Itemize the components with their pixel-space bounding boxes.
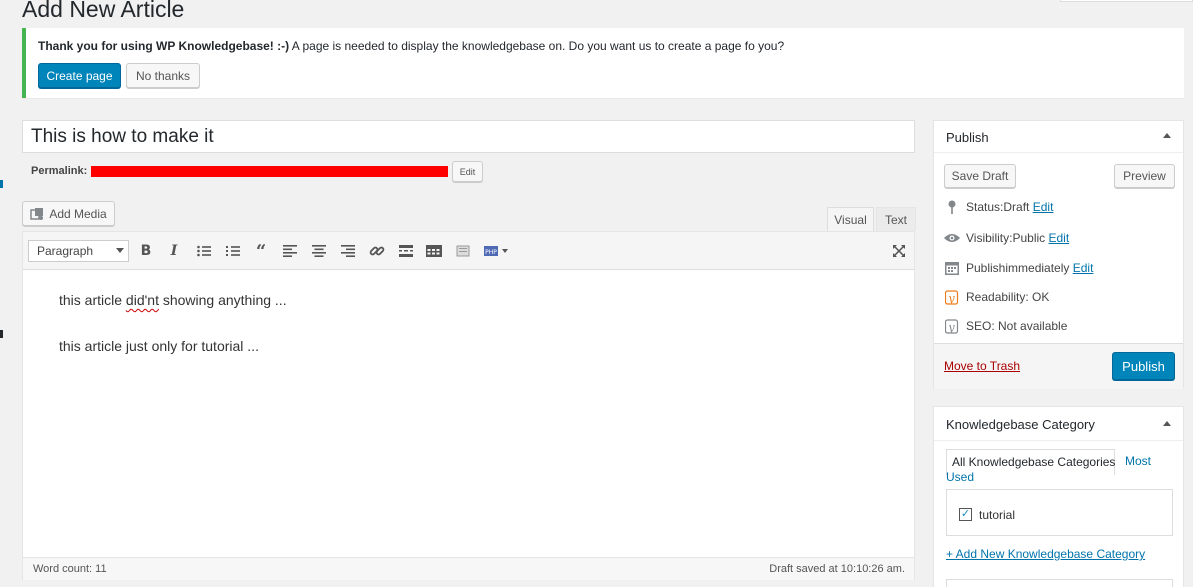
editor-statusbar: Word count: 11 Draft saved at 10:10:26 a… (23, 557, 914, 580)
read-more-icon[interactable] (396, 241, 416, 261)
chevron-down-icon (116, 248, 124, 253)
permalink: Permalink: (31, 165, 87, 177)
category-label-tutorial: tutorial (979, 508, 1016, 522)
toolbar-toggle-icon[interactable] (424, 241, 444, 261)
status-label: Status: (966, 200, 1004, 214)
edit-status-link[interactable]: Edit (1033, 200, 1054, 214)
blockquote-icon[interactable]: “ (251, 241, 271, 262)
edit-schedule-link[interactable]: Edit (1073, 261, 1094, 275)
readability-status: Readability: OK (966, 290, 1050, 304)
permalink-label: Permalink: (31, 165, 88, 177)
italic-icon[interactable]: I (164, 241, 184, 261)
publish-actions: Move to Trash Publish (934, 343, 1183, 389)
tab-visual[interactable]: Visual (827, 207, 874, 231)
content-paragraph: this article did'nt showing anything ... (59, 290, 287, 310)
svg-text:y: y (947, 292, 955, 305)
fullscreen-icon[interactable] (889, 241, 909, 261)
insert-icon[interactable] (453, 241, 473, 261)
collapse-arrow-icon[interactable] (1163, 133, 1171, 138)
permalink-edit-button[interactable]: Edit (452, 161, 483, 182)
category-input[interactable] (946, 579, 1173, 587)
content-text: this article (59, 292, 126, 308)
page-title: Add New Article (22, 0, 185, 22)
php-icon[interactable]: PHP (483, 241, 511, 261)
yoast-seo-icon: y (944, 318, 960, 334)
numbered-list-icon[interactable] (223, 241, 243, 261)
editor-toolbar: Paragraph B I “ PHP (23, 232, 914, 270)
visibility-row: Visibility: Public Edit (944, 230, 1069, 246)
checkbox-tutorial[interactable]: ✓ (959, 508, 972, 521)
tab-text[interactable]: Text (876, 207, 916, 231)
svg-text:y: y (947, 321, 955, 334)
preview-button[interactable]: Preview (1114, 164, 1175, 188)
save-draft-button[interactable]: Save Draft (944, 164, 1016, 188)
category-box: Knowledgebase Category All Knowledgebase… (933, 406, 1184, 587)
eye-icon (944, 230, 960, 246)
permalink-url-redacted[interactable] (91, 166, 448, 177)
format-select-value: Paragraph (37, 244, 94, 258)
link-icon[interactable] (367, 241, 387, 261)
seo-status: SEO: Not available (966, 319, 1068, 333)
status-row: Status: Draft Edit (944, 199, 1053, 215)
yoast-readability-icon: y (944, 289, 960, 305)
visibility-value: Public (1012, 231, 1046, 245)
align-right-icon[interactable] (338, 241, 358, 261)
notice-text: Thank you for using WP Knowledgebase! :-… (38, 39, 784, 53)
add-media-label: Add Media (49, 206, 107, 221)
create-page-button[interactable]: Create page (38, 63, 121, 88)
align-left-icon[interactable] (280, 241, 300, 261)
most-used-word1[interactable]: Most (1125, 454, 1151, 468)
spelling-error: did'nt (125, 292, 159, 308)
calendar-icon (944, 260, 960, 276)
screen-options-tab[interactable] (1060, 0, 1193, 2)
most-used-word2[interactable]: Used (946, 470, 974, 484)
format-select[interactable]: Paragraph (28, 240, 129, 262)
menu-marker (0, 180, 3, 188)
move-to-trash-link[interactable]: Move to Trash (944, 359, 1020, 373)
bullet-list-icon[interactable] (194, 241, 214, 261)
notice-message: A page is needed to display the knowledg… (289, 39, 785, 53)
visibility-label: Visibility: (966, 231, 1013, 245)
content-text: showing anything ... (158, 292, 287, 308)
word-count: Word count: 11 (33, 563, 107, 575)
no-thanks-button[interactable]: No thanks (126, 63, 200, 88)
content-paragraph: this article just only for tutorial ... (59, 338, 259, 354)
post-editor: Paragraph B I “ PHP this article did'nt … (22, 231, 915, 580)
publish-header[interactable]: Publish (934, 121, 1183, 153)
media-icon (30, 207, 44, 221)
category-checklist: ✓ tutorial (946, 489, 1173, 536)
admin-menu-edge (0, 0, 4, 587)
add-new-category-link[interactable]: + Add New Knowledgebase Category (946, 547, 1145, 561)
schedule-label: Publish (966, 261, 1006, 275)
edit-visibility-link[interactable]: Edit (1049, 231, 1070, 245)
status-value: Draft (1003, 200, 1030, 214)
publish-button[interactable]: Publish (1112, 352, 1175, 380)
publish-box: Publish Save Draft Preview Status: Draft… (933, 120, 1184, 389)
collapse-arrow-icon[interactable] (1163, 421, 1171, 426)
notice-strong: Thank you for using WP Knowledgebase! :-… (38, 39, 290, 53)
seo-row: y SEO: Not available (944, 318, 1067, 334)
category-header[interactable]: Knowledgebase Category (934, 407, 1183, 441)
pin-icon (944, 199, 960, 215)
bold-icon[interactable]: B (136, 241, 156, 261)
readability-row: y Readability: OK (944, 289, 1049, 305)
menu-marker (0, 330, 3, 338)
svg-text:PHP: PHP (485, 249, 497, 256)
schedule-value: immediately (1005, 261, 1070, 275)
align-center-icon[interactable] (309, 241, 329, 261)
draft-saved-status: Draft saved at 10:10:26 am. (769, 563, 905, 575)
schedule-row: Publish immediately Edit (944, 260, 1093, 276)
add-media-button[interactable]: Add Media (22, 201, 115, 226)
notice-edge (1184, 28, 1193, 98)
post-title-input[interactable]: This is how to make it (22, 120, 915, 153)
admin-notice: Thank you for using WP Knowledgebase! :-… (22, 28, 1184, 98)
publish-title: Publish (946, 130, 989, 145)
category-title: Knowledgebase Category (946, 417, 1095, 432)
